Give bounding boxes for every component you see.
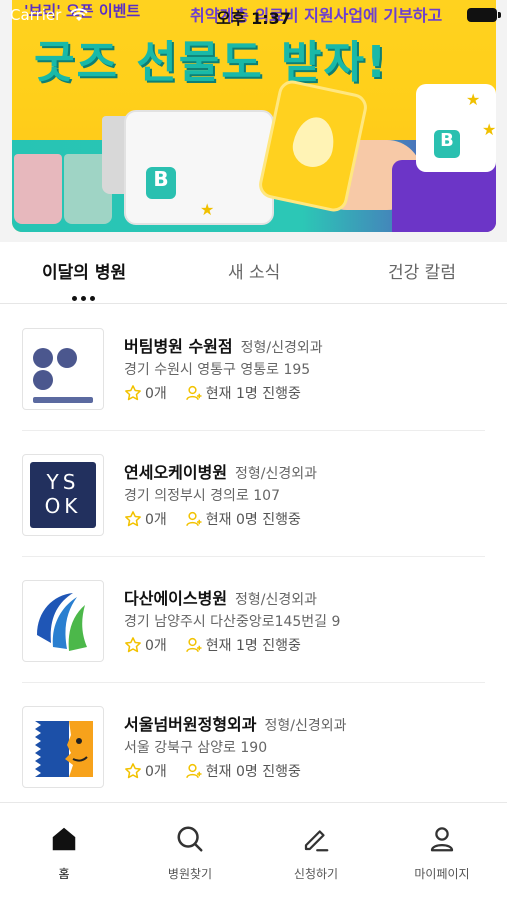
- seoul-no1-logo-icon: [35, 721, 93, 777]
- list-item[interactable]: YS OK 연세오케이병원 정형/신경외과 경기 의정부시 경의로 107 0개 현…: [0, 431, 507, 557]
- in-progress-count: 현재 1명 진행중: [205, 638, 301, 654]
- user-plus-icon: [185, 763, 202, 779]
- hospital-name: 다산에이스병원 정형/신경외과: [124, 589, 318, 608]
- in-progress-count: 현재 0명 진행중: [205, 512, 301, 528]
- nav-apply[interactable]: 신청하기: [266, 821, 366, 882]
- goods-cup-pink: [14, 154, 62, 224]
- list-item[interactable]: 서울넘버원정형외과 정형/신경외과 서울 강북구 삼양로 190 0개 현재 0명…: [0, 683, 507, 809]
- hospital-meta: 0개 현재 1명 진행중: [124, 383, 301, 403]
- hospital-logo: [22, 580, 104, 662]
- promo-banner-image[interactable]: '브리' 오픈 이벤트 취약계층 의료비 지원사업에 기부하고 굿즈 선물도 받…: [12, 0, 496, 232]
- hospital-logo: [22, 328, 104, 410]
- hospital-address: 서울 강북구 삼양로 190: [124, 740, 268, 756]
- home-icon: [52, 827, 76, 851]
- nav-home-label: 홈: [58, 867, 70, 881]
- dasan-logo-icon: [33, 593, 93, 653]
- hospital-meta: 0개 현재 1명 진행중: [124, 635, 301, 655]
- rating-count: 0개: [145, 638, 167, 654]
- star-outline-icon: [125, 511, 141, 527]
- wheat-leaf-icon: [289, 113, 339, 171]
- list-item[interactable]: 다산에이스병원 정형/신경외과 경기 남양주시 다산중앙로145번길 9 0개 현…: [0, 557, 507, 683]
- hospital-address: 경기 수원시 영통구 영통로 195: [124, 362, 311, 378]
- brand-b-icon: B: [146, 167, 176, 199]
- rating-count: 0개: [145, 764, 167, 780]
- star-icon: ★: [482, 120, 496, 139]
- logo-text: YS: [46, 470, 80, 494]
- hospital-category: 정형/신경외과: [264, 718, 347, 734]
- hospital-logo: [22, 706, 104, 788]
- hospital-name: 서울넘버원정형외과 정형/신경외과: [124, 715, 347, 734]
- hospital-meta: 0개 현재 0명 진행중: [124, 761, 301, 781]
- star-outline-icon: [125, 637, 141, 653]
- user-plus-icon: [185, 637, 202, 653]
- logo-text: OK: [44, 494, 82, 518]
- hospital-category: 정형/신경외과: [235, 466, 318, 482]
- pencil-icon: [304, 830, 329, 852]
- user-plus-icon: [185, 511, 202, 527]
- banner-headline: 굿즈 선물도 받자!: [34, 37, 389, 88]
- hospital-address: 경기 의정부시 경의로 107: [124, 488, 280, 504]
- star-outline-icon: [125, 763, 141, 779]
- hospital-logo: YS OK: [22, 454, 104, 536]
- nav-find-hospital-label: 병원찾기: [167, 867, 213, 881]
- content-tabs: 이달의 병원 새 소식 건강 칼럼: [0, 242, 507, 304]
- user-plus-icon: [185, 385, 202, 401]
- star-icon: ★: [466, 90, 481, 109]
- hospital-category: 정형/신경외과: [240, 340, 323, 356]
- nav-my-page[interactable]: 마이페이지: [392, 821, 492, 882]
- rating-count: 0개: [145, 512, 167, 528]
- rating-count: 0개: [145, 386, 167, 402]
- hospital-list: 버팀병원 수원점 정형/신경외과 경기 수원시 영통구 영통로 195 0개 현재…: [0, 305, 507, 809]
- tab-news[interactable]: 새 소식: [228, 258, 280, 283]
- hospital-name: 버팀병원 수원점 정형/신경외과: [124, 337, 323, 356]
- list-item[interactable]: 버팀병원 수원점 정형/신경외과 경기 수원시 영통구 영통로 195 0개 현재…: [0, 305, 507, 431]
- tab-health-column[interactable]: 건강 칼럼: [388, 258, 456, 283]
- hospital-category: 정형/신경외과: [235, 592, 318, 608]
- status-bar: Carrier 오후 1:37: [0, 0, 507, 30]
- nav-home[interactable]: 홈: [14, 821, 114, 882]
- clock: 오후 1:37: [216, 9, 291, 28]
- hospital-name: 연세오케이병원 정형/신경외과: [124, 463, 318, 482]
- nav-apply-label: 신청하기: [293, 867, 339, 881]
- nav-my-page-label: 마이페이지: [414, 867, 470, 881]
- bottom-nav: 홈 병원찾기 신청하기 마이페이지: [0, 802, 507, 900]
- goods-pouch: B: [124, 110, 274, 225]
- active-tab-indicator: [72, 286, 102, 301]
- tab-monthly-hospital[interactable]: 이달의 병원: [42, 258, 126, 283]
- brand-b-icon: B: [434, 130, 460, 158]
- promo-banner[interactable]: '브리' 오픈 이벤트 취약계층 의료비 지원사업에 기부하고 굿즈 선물도 받…: [0, 0, 507, 242]
- hospital-address: 경기 남양주시 다산중앙로145번길 9: [124, 614, 341, 630]
- search-icon: [177, 826, 203, 852]
- star-outline-icon: [125, 385, 141, 401]
- battery-icon: [467, 8, 501, 22]
- in-progress-count: 현재 1명 진행중: [205, 386, 301, 402]
- nav-find-hospital[interactable]: 병원찾기: [140, 821, 240, 882]
- hospital-meta: 0개 현재 0명 진행중: [124, 509, 301, 529]
- in-progress-count: 현재 0명 진행중: [205, 764, 301, 780]
- user-icon: [430, 827, 454, 852]
- star-icon: ★: [200, 200, 215, 219]
